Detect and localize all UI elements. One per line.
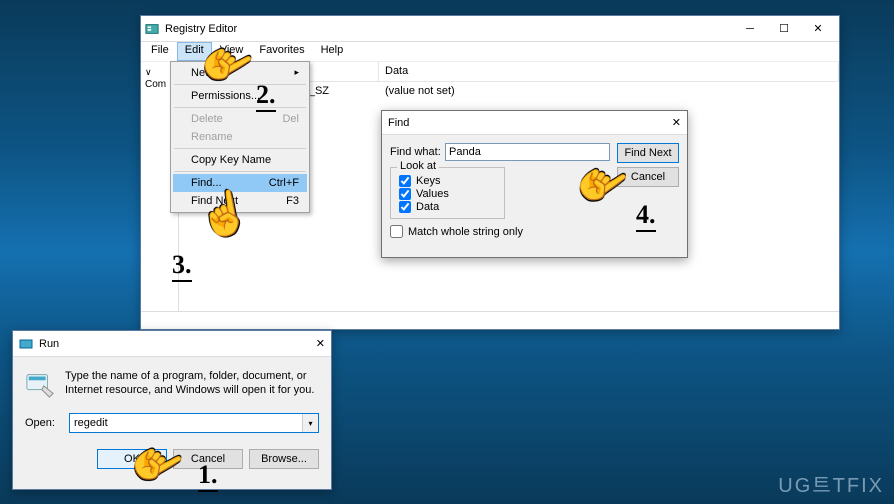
minimize-button[interactable]: ─ (733, 18, 767, 40)
look-at-label: Look at (397, 160, 439, 172)
run-close-button[interactable]: ✕ (316, 337, 325, 350)
menu-copy-key[interactable]: Copy Key Name (173, 151, 307, 169)
menu-new[interactable]: New▸ (173, 64, 307, 82)
chevron-down-icon[interactable]: ▾ (302, 414, 318, 432)
menu-rename: Rename (173, 128, 307, 146)
run-app-icon (25, 369, 55, 399)
window-title: Registry Editor (165, 23, 733, 35)
menu-view[interactable]: View (212, 42, 252, 61)
status-bar (141, 311, 839, 329)
find-next-button[interactable]: Find Next (617, 143, 679, 163)
find-dialog: Find ✕ Find what: Look at Keys Values Da… (381, 110, 688, 258)
menu-find[interactable]: Find...Ctrl+F (173, 174, 307, 192)
menu-permissions[interactable]: Permissions... (173, 87, 307, 105)
edit-dropdown: New▸ Permissions... DeleteDel Rename Cop… (170, 61, 310, 213)
menu-find-next[interactable]: Find NextF3 (173, 192, 307, 210)
maximize-button[interactable]: ☐ (767, 18, 801, 40)
regedit-icon (145, 22, 159, 36)
ok-button[interactable]: OK (97, 449, 167, 469)
menu-file[interactable]: File (143, 42, 177, 61)
close-button[interactable]: ✕ (801, 18, 835, 40)
browse-button[interactable]: Browse... (249, 449, 319, 469)
run-cancel-button[interactable]: Cancel (173, 449, 243, 469)
keys-checkbox[interactable] (399, 175, 411, 187)
find-what-input[interactable] (445, 143, 610, 161)
col-data[interactable]: Data (379, 62, 839, 81)
menu-delete: DeleteDel (173, 110, 307, 128)
menu-favorites[interactable]: Favorites (251, 42, 312, 61)
menu-edit[interactable]: Edit (177, 42, 212, 61)
open-input[interactable] (70, 414, 302, 432)
val-data: (value not set) (379, 84, 839, 98)
open-label: Open: (25, 417, 61, 429)
values-checkbox[interactable] (399, 188, 411, 200)
menubar: File Edit View Favorites Help (141, 42, 839, 62)
run-title: Run (39, 338, 316, 350)
find-cancel-button[interactable]: Cancel (617, 167, 679, 187)
data-checkbox[interactable] (399, 201, 411, 213)
tree-root[interactable]: Com (145, 79, 166, 90)
find-close-button[interactable]: ✕ (672, 116, 681, 129)
find-title: Find (388, 117, 672, 129)
match-whole-checkbox[interactable] (390, 225, 403, 238)
run-description: Type the name of a program, folder, docu… (65, 369, 319, 399)
menu-help[interactable]: Help (313, 42, 352, 61)
find-what-label: Find what: (390, 146, 445, 158)
run-dialog: Run ✕ Type the name of a program, folder… (12, 330, 332, 490)
titlebar: Registry Editor ─ ☐ ✕ (141, 16, 839, 42)
open-combobox[interactable]: ▾ (69, 413, 319, 433)
look-at-group: Look at Keys Values Data (390, 167, 505, 219)
watermark: UG트TFIX (778, 469, 884, 498)
run-icon-small (19, 337, 33, 351)
